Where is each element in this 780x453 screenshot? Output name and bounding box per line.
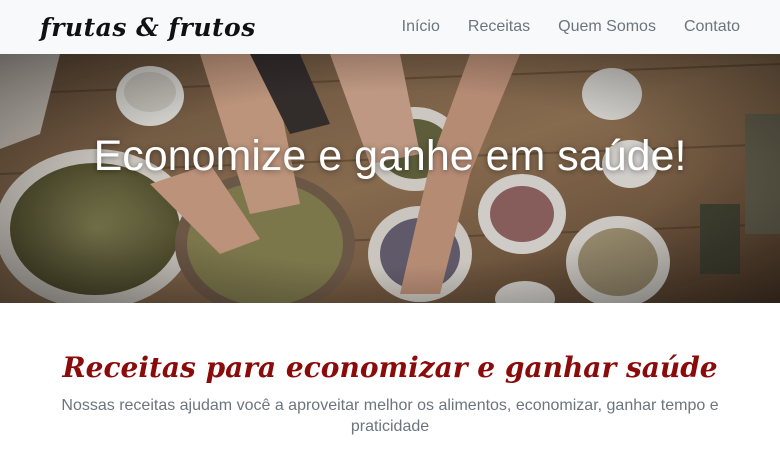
recipes-intro-section: Receitas para economizar e ganhar saúde … [0,303,780,453]
section-title: Receitas para economizar e ganhar saúde [62,351,718,384]
nav-link-receitas[interactable]: Receitas [468,18,530,36]
brand-logo[interactable]: frutas & frutos [40,13,256,42]
nav-links: Início Receitas Quem Somos Contato [402,18,740,36]
section-subtitle: Nossas receitas ajudam você a aproveitar… [61,397,719,435]
nav-link-quem-somos[interactable]: Quem Somos [558,18,656,36]
nav-link-inicio[interactable]: Início [402,18,440,36]
nav-link-contato[interactable]: Contato [684,18,740,36]
hero-title: Economize e ganhe em saúde! [93,132,687,180]
hero-banner: Economize e ganhe em saúde! [0,54,780,303]
navbar: frutas & frutos Início Receitas Quem Som… [0,0,780,54]
